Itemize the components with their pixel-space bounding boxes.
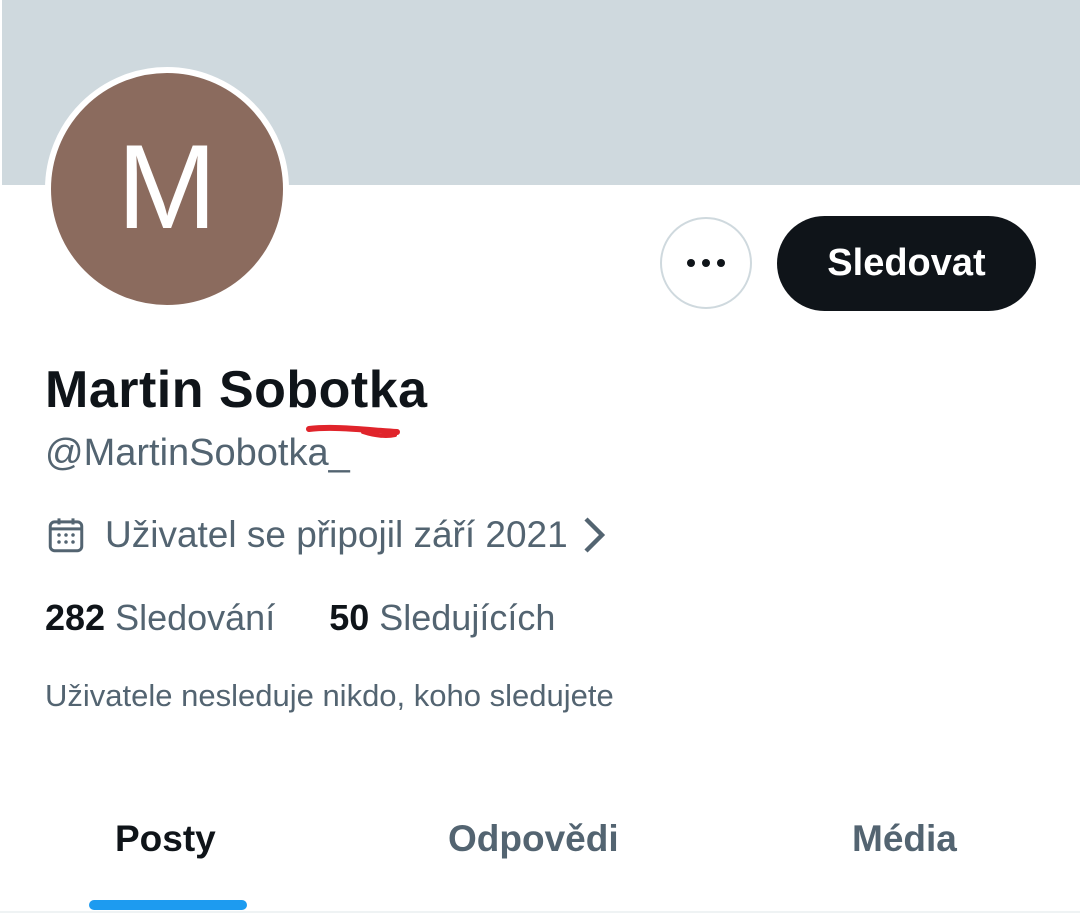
user-handle: @MartinSobotka_ <box>45 432 350 474</box>
join-date-text: Uživatel se připojil září 2021 <box>105 514 568 555</box>
followers-count: 50 <box>329 597 370 638</box>
followers-label: Sledujících <box>379 597 556 638</box>
followers-link[interactable]: 50 Sledujících <box>329 597 555 639</box>
following-label: Sledování <box>115 597 276 638</box>
profile-tabs: Posty Odpovědi Média <box>0 800 1080 912</box>
join-date[interactable]: Uživatel se připojil září 2021 <box>45 514 606 556</box>
calendar-icon <box>48 518 84 553</box>
tab-replies[interactable]: Odpovědi <box>448 818 619 860</box>
avatar[interactable]: M <box>45 67 289 311</box>
tab-posts[interactable]: Posty <box>115 818 216 860</box>
chevron-right-icon <box>584 517 605 553</box>
follow-button[interactable]: Sledovat <box>777 216 1036 311</box>
tab-media[interactable]: Média <box>852 818 957 860</box>
follow-stats: 282 Sledování 50 Sledujících <box>45 597 555 639</box>
display-name: Martin Sobotka <box>45 361 428 419</box>
more-options-button[interactable] <box>660 217 752 309</box>
active-tab-indicator <box>89 900 247 910</box>
ellipsis-icon <box>687 259 695 267</box>
following-link[interactable]: 282 Sledování <box>45 597 275 639</box>
tabs-divider <box>0 911 1080 913</box>
following-count: 282 <box>45 597 106 638</box>
mutual-followers-note: Uživatele nesleduje nikdo, koho sledujet… <box>45 678 614 713</box>
avatar-letter: M <box>117 120 217 254</box>
